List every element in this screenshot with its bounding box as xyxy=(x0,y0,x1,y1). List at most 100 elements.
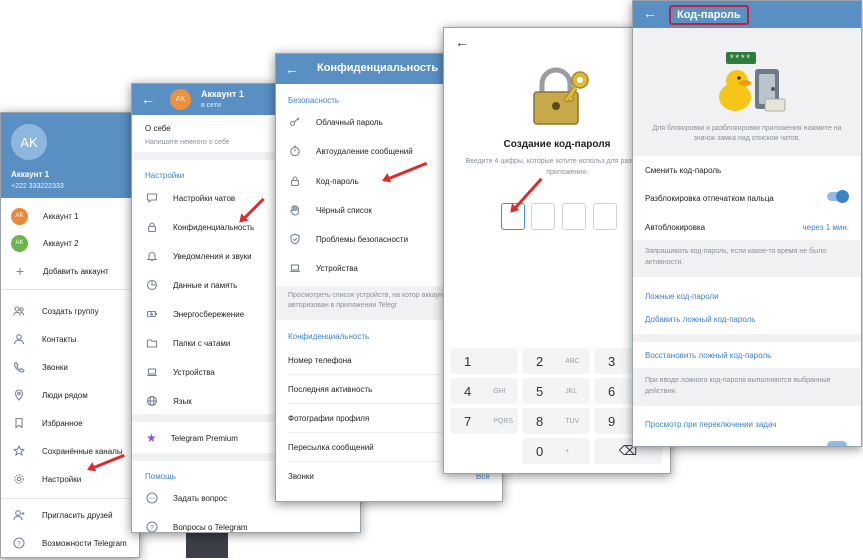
change-passcode-item[interactable]: Сменить код-пароль xyxy=(633,163,861,177)
account-label: Аккаунт 2 xyxy=(43,238,79,248)
fingerprint-item[interactable]: Разблокировка отпечатком пальца xyxy=(633,190,861,205)
add-account-label: Добавить аккаунт xyxy=(43,266,109,276)
task-preview-toggle[interactable] xyxy=(827,441,847,446)
keypad-key[interactable]: 8 TUV xyxy=(522,408,590,434)
settings-item-label: Папки с чатами xyxy=(173,338,231,348)
settings-item-label: Данные и память xyxy=(173,280,238,290)
drawer-item-label: Контакты xyxy=(42,334,77,344)
key-digit: 8 xyxy=(536,413,544,429)
drawer-item[interactable]: Звонки xyxy=(1,358,139,376)
key-digit: 6 xyxy=(608,383,616,399)
drawer-item[interactable]: Контакты xyxy=(1,330,139,348)
key-letters: ABC xyxy=(565,357,580,365)
pin-box-2[interactable] xyxy=(531,203,555,230)
fake-hint: При вводе ложного код-пароля выполняются… xyxy=(645,377,831,395)
settings-item-label: Настройки чатов xyxy=(173,193,236,203)
autolock-label: Автоблокировка xyxy=(645,222,706,232)
security-item-label: Автоудаление сообщений xyxy=(316,146,413,156)
chat-icon xyxy=(145,191,159,205)
features-label: Возможности Telegram xyxy=(42,538,127,548)
faq-item[interactable]: ? Вопросы о Telegram xyxy=(132,518,360,532)
location-pin-icon xyxy=(12,388,26,402)
key-letters: JKL xyxy=(565,387,578,395)
keypad-key[interactable]: 4 GHI xyxy=(450,378,518,404)
devices-icon xyxy=(288,261,302,275)
add-account-item[interactable]: + Добавить аккаунт xyxy=(1,261,139,281)
back-arrow-icon[interactable]: ← xyxy=(455,34,469,50)
restore-fake-passcode-link[interactable]: Восстановить ложный код-пароль xyxy=(645,351,771,360)
pin-box-3[interactable] xyxy=(562,203,586,230)
privacy-item-label: Звонки xyxy=(288,471,314,481)
features-item[interactable]: ? Возможности Telegram xyxy=(1,533,139,553)
key-letters: + xyxy=(565,447,570,455)
plus-icon: + xyxy=(15,263,25,279)
drawer-panel: AK Аккаунт 1 +222 333222333 AK Аккаунт 1… xyxy=(0,112,140,558)
security-item-label: Устройства xyxy=(316,263,358,273)
svg-text:?: ? xyxy=(17,541,21,548)
section-divider xyxy=(633,334,861,342)
hand-icon xyxy=(288,203,302,217)
person-icon xyxy=(12,332,26,346)
about-title[interactable]: О себе xyxy=(145,124,171,133)
lock-icon xyxy=(288,174,302,188)
padlock-icon xyxy=(528,64,592,126)
online-status: в сети xyxy=(201,102,221,109)
drawer-item[interactable]: Избранное xyxy=(1,414,139,432)
shield-icon xyxy=(288,232,302,246)
back-arrow-icon[interactable]: ← xyxy=(141,91,155,107)
drawer-item-label: Сохранённые каналы xyxy=(42,446,123,456)
lock-icon xyxy=(145,220,159,234)
autolock-value: через 1 мин. xyxy=(802,222,849,232)
drawer-item[interactable]: Настройки xyxy=(1,470,139,488)
account-item-2[interactable]: AK Аккаунт 2 xyxy=(1,233,139,253)
privacy-item-label: Фотографии профиля xyxy=(288,413,370,423)
back-arrow-icon[interactable]: ← xyxy=(285,61,299,77)
change-label: Сменить код-пароль xyxy=(645,165,722,175)
section-settings: Настройки xyxy=(145,171,185,180)
globe-icon xyxy=(145,394,159,408)
key-letters: GHI xyxy=(493,387,506,395)
key-digit: 3 xyxy=(608,353,616,369)
settings-item-label: Язык xyxy=(173,396,192,406)
keypad-key[interactable]: 2 ABC xyxy=(522,348,590,374)
pin-box-4[interactable] xyxy=(593,203,617,230)
add-fake-passcode-link[interactable]: Добавить ложный код-пароль xyxy=(645,315,755,324)
key-letters: PQRS xyxy=(493,417,514,425)
intro-text: Для блокировки и разблокировки приложени… xyxy=(652,125,842,142)
settings-item-label: Уведомления и звуки xyxy=(173,251,252,261)
keypad-key[interactable]: 5 JKL xyxy=(522,378,590,404)
section-security: Безопасность xyxy=(288,96,340,105)
account-label: Аккаунт 1 xyxy=(43,211,79,221)
security-item-label: Код-пароль xyxy=(316,176,359,186)
drawer-item[interactable]: Создать группу xyxy=(1,302,139,320)
account-item-1[interactable]: AK Аккаунт 1 xyxy=(1,206,139,226)
key-digit: 7 xyxy=(464,413,472,429)
drawer-item-label: Избранное xyxy=(42,418,83,428)
bell-icon xyxy=(145,249,159,263)
keypad-key[interactable]: 0 + xyxy=(522,438,590,464)
fingerprint-toggle[interactable] xyxy=(827,190,849,203)
security-item-label: Проблемы безопасности xyxy=(316,234,409,244)
avatar[interactable]: AK xyxy=(11,124,47,160)
fake-passcodes-section: Ложные код-пароли xyxy=(645,292,719,301)
invite-label: Пригласить друзей xyxy=(42,510,113,520)
invite-friends-item[interactable]: Пригласить друзей xyxy=(1,505,139,525)
back-arrow-icon[interactable]: ← xyxy=(643,5,657,21)
autolock-item[interactable]: Автоблокировка через 1 мин. xyxy=(633,220,861,234)
gear-icon xyxy=(12,472,26,486)
key-icon xyxy=(288,115,302,129)
passcode-header: ← Код-пароль xyxy=(633,1,861,28)
avatar[interactable]: AK xyxy=(170,89,191,110)
star-icon: ★ xyxy=(146,431,157,445)
security-item-label: Облачный пароль xyxy=(316,117,383,127)
drawer-item[interactable]: Люди рядом xyxy=(1,386,139,404)
account-name: Аккаунт 1 xyxy=(201,89,244,99)
settings-item-label: Устройства xyxy=(173,367,215,377)
privacy-item-label: Пересылка сообщений xyxy=(288,442,374,452)
drawer-item-label: Настройки xyxy=(42,474,82,484)
chat-icon xyxy=(145,491,159,505)
timer-icon xyxy=(288,144,302,158)
devices-hint: Просмотреть список устройств, на котор а… xyxy=(288,292,447,309)
keypad-key[interactable]: 7 PQRS xyxy=(450,408,518,434)
keypad-key[interactable]: 1 xyxy=(450,348,518,374)
